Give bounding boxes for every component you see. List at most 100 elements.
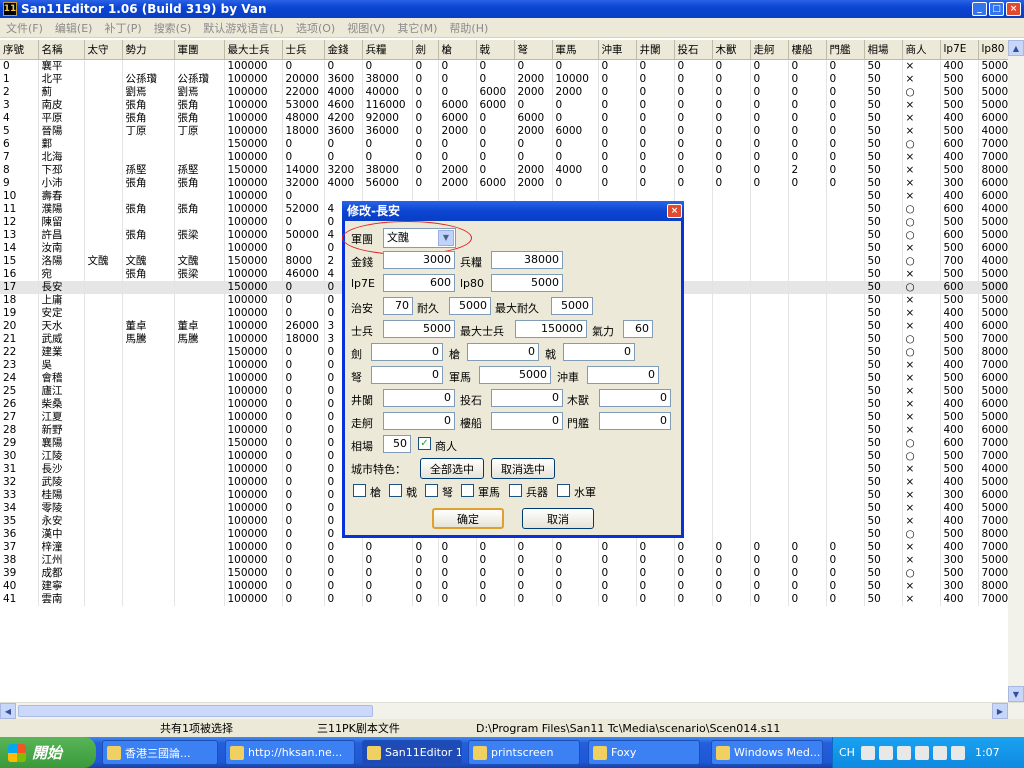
catapult-field[interactable]: 0 <box>491 389 563 407</box>
dialog-close-icon[interactable]: × <box>667 204 682 218</box>
column-header[interactable]: 勢力 <box>122 40 175 60</box>
feature-checkbox[interactable] <box>509 484 522 497</box>
column-header[interactable]: lp7E <box>940 40 979 60</box>
lp80-field[interactable]: 5000 <box>491 274 563 292</box>
taskbar-button[interactable]: Windows Med... <box>711 740 823 765</box>
table-row[interactable]: 2 薊劉焉 劉焉 100000 22000 4000 40000 0 0 6000 2000 2000… <box>0 85 1019 99</box>
column-header[interactable]: 木獸 <box>712 40 751 60</box>
feature-checkbox[interactable] <box>353 484 366 497</box>
column-header[interactable]: 兵糧 <box>362 40 413 60</box>
table-row[interactable]: 7 北海 100000 0 0 0 0 0 0 0 0 0 0 0 0 0 0 0 50 × 400 7000 <box>0 150 1019 164</box>
horizontal-scroll-thumb[interactable] <box>18 705 373 717</box>
max-durability-field[interactable]: 5000 <box>551 297 593 315</box>
column-header[interactable]: 軍團 <box>174 40 225 60</box>
column-header[interactable]: 軍馬 <box>552 40 599 60</box>
column-header[interactable]: 名稱 <box>38 40 85 60</box>
column-header[interactable]: 劍 <box>412 40 439 60</box>
market-field[interactable]: 50 <box>383 435 411 453</box>
scroll-left-icon[interactable]: ◀ <box>0 703 16 719</box>
feature-checkbox[interactable] <box>461 484 474 497</box>
table-row[interactable]: 37 梓潼 100000 0 0 0 0 0 0 0 0 0 0 0 0 0 0 0 50 × 400 7000 <box>0 540 1019 554</box>
menu-item[interactable]: 文件(F) <box>0 20 49 36</box>
feature-checkbox[interactable] <box>389 484 402 497</box>
menu-item[interactable]: 搜索(S) <box>148 20 198 36</box>
table-row[interactable]: 3 南皮 張角 張角 100000 53000 4600 116000 0 6000 6000 0 0 0… <box>0 98 1019 112</box>
energy-field[interactable]: 60 <box>623 320 653 338</box>
menu-item[interactable]: 补丁(P) <box>98 20 147 36</box>
column-header[interactable]: 戟 <box>476 40 515 60</box>
menu-item[interactable]: 视图(V) <box>341 20 391 36</box>
scroll-up-icon[interactable]: ▲ <box>1008 40 1024 56</box>
sword-field[interactable]: 0 <box>371 343 443 361</box>
food-field[interactable]: 38000 <box>491 251 563 269</box>
scroll-down-icon[interactable]: ▼ <box>1008 686 1024 702</box>
security-icon[interactable] <box>932 745 947 760</box>
column-header[interactable]: 門艦 <box>826 40 865 60</box>
close-button[interactable]: × <box>1006 2 1021 16</box>
scroll-right-icon[interactable]: ▶ <box>992 703 1008 719</box>
menu-item[interactable]: 帮助(H) <box>443 20 494 36</box>
dialog-title[interactable]: 修改-長安 × <box>342 201 684 221</box>
taskbar-button[interactable]: 香港三國論... <box>102 740 218 765</box>
table-row[interactable]: 8 下邳 孫堅 孫堅 150000 14000 3200 38000 0 2000 0 2000 400… <box>0 163 1019 177</box>
table-row[interactable]: 4 平原 張角 張角 100000 48000 4200 92000 0 6000 0 6000 0 0 0… <box>0 111 1019 125</box>
menu-item[interactable]: 其它(M) <box>391 20 443 36</box>
network-icon[interactable] <box>914 745 929 760</box>
bow-field[interactable]: 0 <box>371 366 443 384</box>
maximize-button[interactable]: □ <box>989 2 1004 16</box>
gold-field[interactable]: 3000 <box>383 251 455 269</box>
menu-item[interactable]: 选项(O) <box>290 20 341 36</box>
table-row[interactable]: 1 北平 公孫瓚 公孫瓚 100000 20000 3600 38000 0 0 0 2000 1000… <box>0 72 1019 86</box>
spear-field[interactable]: 0 <box>467 343 539 361</box>
column-header[interactable]: 弩 <box>514 40 553 60</box>
keyboard-icon[interactable] <box>860 745 875 760</box>
chevron-down-icon[interactable]: ▼ <box>438 230 454 246</box>
column-header[interactable]: 樓船 <box>788 40 827 60</box>
horse-field[interactable]: 5000 <box>479 366 551 384</box>
column-header[interactable]: 沖車 <box>598 40 637 60</box>
column-header[interactable]: 槍 <box>438 40 477 60</box>
menu-item[interactable]: 默认游戏语言(L) <box>197 20 290 36</box>
table-row[interactable]: 40 建寧 100000 0 0 0 0 0 0 0 0 0 0 0 0 0 0 0 50 × 300 8000 <box>0 579 1019 593</box>
title-bar[interactable]: 11 San11Editor 1.06 (Build 319) by Van _… <box>0 0 1024 18</box>
table-row[interactable]: 6 鄴 150000 0 0 0 0 0 0 0 0 0 0 0 0 0 0 0 50 ○ 600 7000 <box>0 137 1019 151</box>
table-row[interactable]: 5 晉陽 丁原 丁原 100000 18000 3600 36000 0 2000 0 2000 600… <box>0 124 1019 138</box>
troops-field[interactable]: 5000 <box>383 320 455 338</box>
table-row[interactable]: 41 雲南 100000 0 0 0 0 0 0 0 0 0 0 0 0 0 0 0 50 × 400 7000 <box>0 592 1019 606</box>
select-all-button[interactable]: 全部选中 <box>420 458 484 479</box>
table-row[interactable]: 39 成都 150000 0 0 0 0 0 0 0 0 0 0 0 0 0 0 0 50 ○ 500 7000 <box>0 566 1019 580</box>
column-header[interactable]: 走舸 <box>750 40 789 60</box>
column-header[interactable]: 商人 <box>902 40 941 60</box>
cancel-button[interactable]: 取消 <box>522 508 594 529</box>
column-header[interactable]: 序號 <box>0 40 39 60</box>
column-header[interactable]: 太守 <box>84 40 123 60</box>
volume-icon[interactable] <box>950 745 965 760</box>
merchant-checkbox[interactable]: ✓ <box>418 437 431 450</box>
ok-button[interactable]: 确定 <box>432 508 504 529</box>
max-troops-field[interactable]: 150000 <box>515 320 587 338</box>
start-button[interactable]: 開始 <box>0 737 96 768</box>
taskbar-button[interactable]: Foxy <box>588 740 700 765</box>
halberd-field[interactable]: 0 <box>563 343 635 361</box>
column-header[interactable]: 最大士兵 <box>224 40 283 60</box>
horizontal-scrollbar[interactable]: ◀ ▶ <box>0 702 1024 719</box>
deselect-all-button[interactable]: 取消选中 <box>491 458 555 479</box>
ram-field[interactable]: 0 <box>587 366 659 384</box>
table-row[interactable]: 0 襄平 100000 0 0 0 0 0 0 0 0 0 0 0 0 0 0 0 50 × 400 5000 <box>0 59 1019 73</box>
feature-checkbox[interactable] <box>425 484 438 497</box>
order-field[interactable]: 70 <box>383 297 413 315</box>
boat-field[interactable]: 0 <box>383 412 455 430</box>
feature-checkbox[interactable] <box>557 484 570 497</box>
table-row[interactable]: 38 江州 100000 0 0 0 0 0 0 0 0 0 0 0 0 0 0 0 50 × 300 5000 <box>0 553 1019 567</box>
help-icon[interactable] <box>878 745 893 760</box>
column-header[interactable]: 士兵 <box>282 40 325 60</box>
taskbar-button[interactable]: San11Editor 1... <box>362 740 462 765</box>
durability-field[interactable]: 5000 <box>449 297 491 315</box>
wooden-ox-field[interactable]: 0 <box>599 389 671 407</box>
warship-field[interactable]: 0 <box>491 412 563 430</box>
column-header[interactable]: 相場 <box>864 40 903 60</box>
vertical-scrollbar[interactable]: ▲ ▼ <box>1008 40 1024 702</box>
gunboat-field[interactable]: 0 <box>599 412 671 430</box>
language-indicator[interactable]: CH <box>839 746 855 759</box>
column-header[interactable]: 井闌 <box>636 40 675 60</box>
